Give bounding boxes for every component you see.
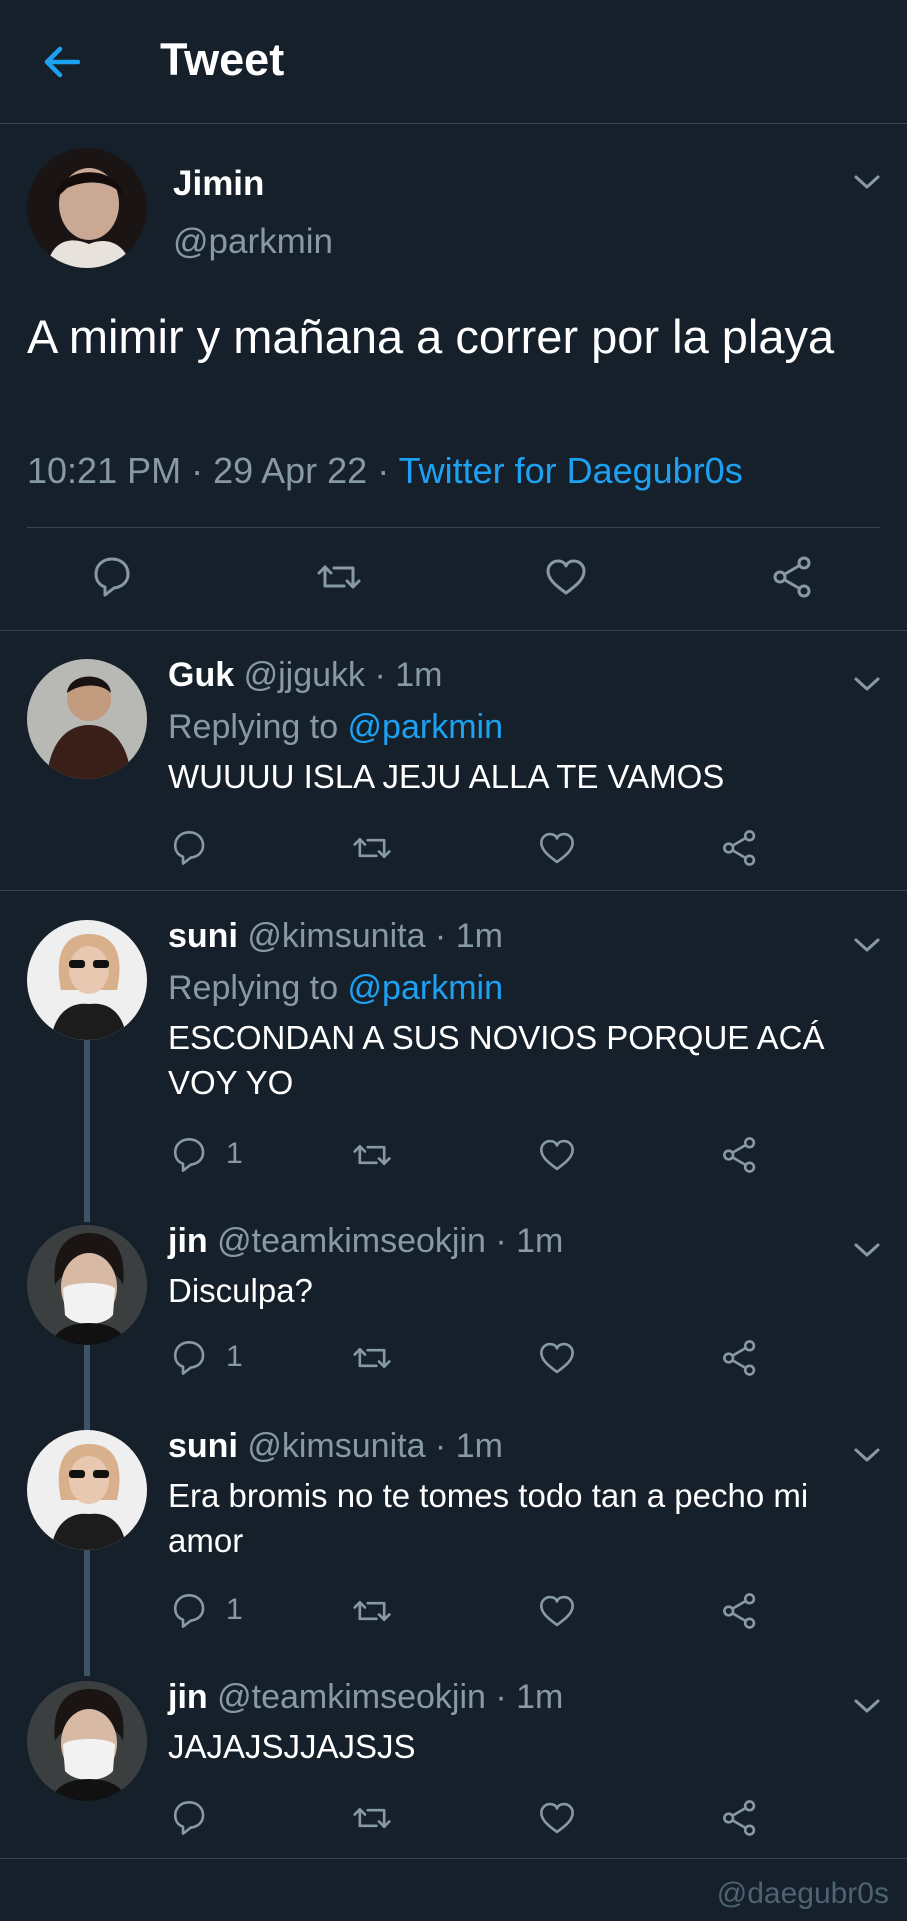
reply-tweet[interactable]: jin @teamkimseokjin · 1m JAJAJSJJAJSJS [0,1656,907,1856]
like-icon[interactable] [537,1338,577,1378]
reply-count: 1 [226,1340,243,1373]
avatar[interactable] [27,148,147,268]
like-icon[interactable] [537,1798,577,1838]
share-icon[interactable] [720,1591,760,1631]
user-handle[interactable]: @teamkimseokjin · 1m [217,1678,563,1716]
retweet-icon[interactable] [352,1591,392,1631]
like-icon[interactable] [537,1135,577,1175]
like-icon[interactable] [537,1591,577,1631]
retweet-icon[interactable] [316,554,362,600]
reply-actions: 1 [0,1131,907,1181]
chevron-down-icon[interactable] [852,935,882,955]
reply-tweet[interactable]: suni @kimsunita · 1m Replying to @parkmi… [0,895,907,1205]
retweet-icon[interactable] [352,1338,392,1378]
chevron-down-icon[interactable] [852,1445,882,1465]
like-icon[interactable] [537,828,577,868]
reply-text: Era bromis no te tomes todo tan a pecho … [168,1477,809,1559]
user-handle[interactable]: @jjgukk · 1m [244,656,443,694]
arrow-left-icon[interactable] [38,38,86,86]
reply-header: suni @kimsunita · 1m [168,917,503,956]
reply-icon[interactable] [170,1591,210,1631]
reply-actions: 1 [0,1587,907,1637]
retweet-icon[interactable] [352,1135,392,1175]
like-icon[interactable] [543,554,589,600]
chevron-down-icon[interactable] [852,1696,882,1716]
replying-to: Replying to @parkmin [168,969,503,1008]
share-icon[interactable] [770,554,816,600]
reply-icon[interactable] [90,554,136,600]
avatar[interactable] [27,659,147,779]
mention-link[interactable]: @parkmin [348,969,503,1007]
reply-tweet[interactable]: Guk @jjgukk · 1m Replying to @parkmin WU… [0,634,907,890]
avatar[interactable] [27,1681,147,1801]
display-name[interactable]: Guk [168,656,234,694]
avatar[interactable] [27,1430,147,1550]
display-name[interactable]: jin [168,1222,208,1260]
tweet-timestamp: 10:21 PM · 29 Apr 22 · [27,450,399,491]
share-icon[interactable] [720,1135,760,1175]
user-handle[interactable]: @parkmin [173,222,333,262]
avatar[interactable] [27,1225,147,1345]
divider [27,527,880,528]
display-name[interactable]: jin [168,1678,208,1716]
reply-icon[interactable] [170,1338,210,1378]
display-name[interactable]: Jimin [173,164,264,204]
reply-icon[interactable] [170,1798,210,1838]
reply-header: Guk @jjgukk · 1m [168,656,442,695]
reply-text: ESCONDAN A SUS NOVIOS PORQUE ACÁ VOY YO [168,1019,825,1101]
share-icon[interactable] [720,828,760,868]
top-bar: Tweet [0,0,907,124]
reply-text: WUUUU ISLA JEJU ALLA TE VAMOS [168,758,725,795]
watermark: @daegubr0s [716,1877,889,1910]
reply-icon[interactable] [170,828,210,868]
reply-text: Disculpa? [168,1272,313,1309]
retweet-icon[interactable] [352,828,392,868]
chevron-down-icon[interactable] [852,1240,882,1260]
divider [0,890,907,891]
user-handle[interactable]: @kimsunita · 1m [247,1427,503,1465]
reply-tweet[interactable]: jin @teamkimseokjin · 1m Disculpa? 1 [0,1200,907,1405]
reply-text: JAJAJSJJAJSJS [168,1728,416,1765]
reply-header: jin @teamkimseokjin · 1m [168,1678,563,1717]
replying-label: Replying to [168,708,348,746]
tweet-text: A mimir y mañana a correr por la playa [27,310,835,363]
mention-link[interactable]: @parkmin [348,708,503,746]
tweet-meta: 10:21 PM · 29 Apr 22 · Twitter for Daegu… [27,450,743,492]
reply-count: 1 [226,1593,243,1626]
reply-icon[interactable] [170,1135,210,1175]
tweet-source-link[interactable]: Twitter for Daegubr0s [399,450,743,491]
main-tweet: Jimin @parkmin A mimir y mañana a correr… [0,124,907,631]
share-icon[interactable] [720,1338,760,1378]
reply-count: 1 [226,1137,243,1170]
reply-header: jin @teamkimseokjin · 1m [168,1222,563,1261]
user-handle[interactable]: @teamkimseokjin · 1m [217,1222,563,1260]
share-icon[interactable] [720,1798,760,1838]
replying-label: Replying to [168,969,348,1007]
chevron-down-icon[interactable] [852,172,882,192]
reply-actions [0,824,907,874]
display-name[interactable]: suni [168,917,238,955]
user-handle[interactable]: @kimsunita · 1m [247,917,503,955]
reply-tweet[interactable]: suni @kimsunita · 1m Era bromis no te to… [0,1405,907,1655]
replying-to: Replying to @parkmin [168,708,503,747]
reply-header: suni @kimsunita · 1m [168,1427,503,1466]
avatar[interactable] [27,920,147,1040]
retweet-icon[interactable] [352,1798,392,1838]
tweet-actions [0,554,907,614]
chevron-down-icon[interactable] [852,674,882,694]
display-name[interactable]: suni [168,1427,238,1465]
reply-actions: 1 [0,1334,907,1384]
reply-actions [0,1794,907,1844]
page-title: Tweet [160,34,285,85]
